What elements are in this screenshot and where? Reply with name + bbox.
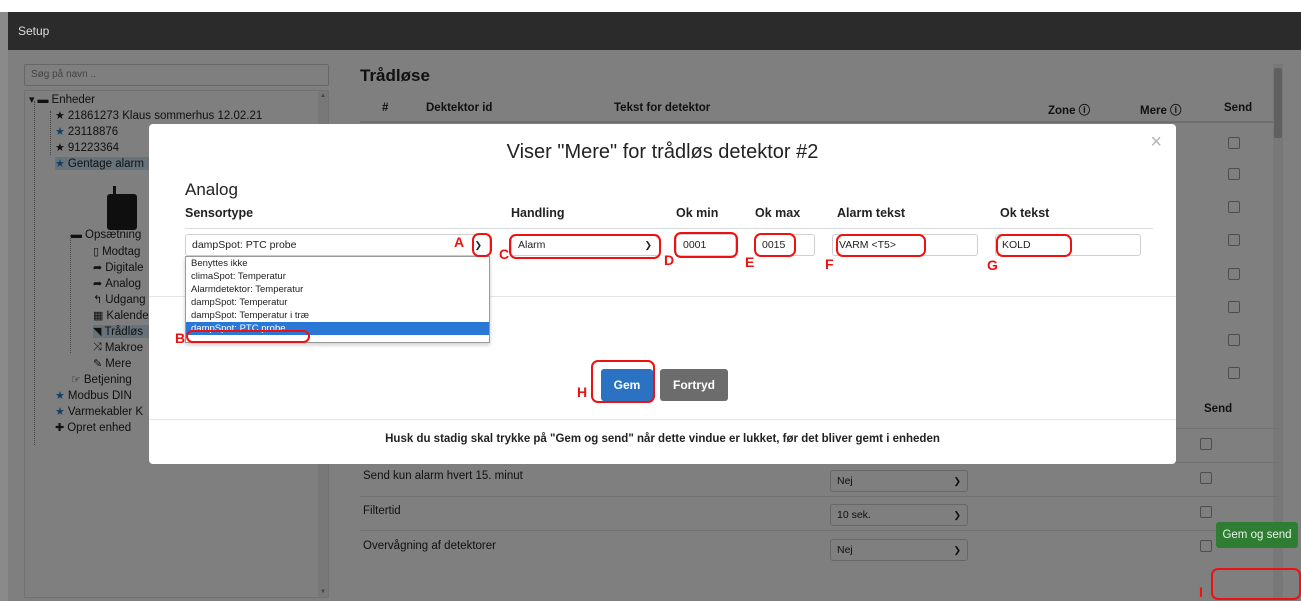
- window-edge: [0, 12, 8, 601]
- annotation-box-a: [472, 233, 492, 257]
- header-oktekst: Ok tekst: [1000, 206, 1050, 220]
- dropdown-option[interactable]: Benyttes ikke: [186, 257, 489, 270]
- annotation-label: H: [577, 384, 588, 400]
- annotation-box-e: [754, 233, 796, 257]
- dropdown-option[interactable]: Alarmdetektor: Temperatur: [186, 283, 489, 296]
- header-okmax: Ok max: [755, 206, 801, 220]
- annotation-label: I: [1199, 584, 1203, 600]
- annotation-label: E: [745, 254, 755, 270]
- annotation-label: B: [175, 330, 186, 346]
- annotation-label: F: [825, 256, 834, 272]
- header-sensortype: Sensortype: [185, 206, 254, 220]
- annotation-box-c: [509, 234, 661, 259]
- annotation-label: C: [499, 246, 510, 262]
- save-and-send-button[interactable]: Gem og send: [1216, 522, 1298, 548]
- select-value: dampSpot: PTC probe: [192, 239, 297, 251]
- section-title: Analog: [185, 180, 238, 199]
- dropdown-option[interactable]: dampSpot: Temperatur i træ: [186, 309, 489, 322]
- annotation-box-g: [996, 234, 1072, 257]
- top-strip: [0, 0, 1301, 12]
- annotation-label: G: [987, 257, 998, 273]
- annotation-box-i: [1211, 568, 1301, 600]
- header-okmin: Ok min: [676, 206, 719, 220]
- modal-title: Viser "Mere" for trådløs detektor #2: [506, 141, 819, 163]
- modal-footer-note: Husk du stadig skal trykke på "Gem og se…: [385, 433, 940, 445]
- annotation-box-b: [186, 330, 310, 343]
- annotation-label: D: [664, 252, 675, 268]
- sensortype-select[interactable]: dampSpot: PTC probe ❯: [185, 234, 490, 256]
- header-handling: Handling: [511, 206, 565, 220]
- header-divider: [185, 228, 1153, 229]
- dropdown-option[interactable]: dampSpot: Temperatur: [186, 296, 489, 309]
- header-alarmtekst: Alarm tekst: [837, 206, 906, 220]
- annotation-box-d: [674, 232, 738, 258]
- annotation-box-f: [836, 234, 926, 257]
- more-modal: × Viser "Mere" for trådløs detektor #2 A…: [149, 124, 1176, 464]
- divider: [149, 419, 1176, 420]
- cancel-button[interactable]: Fortryd: [660, 369, 728, 401]
- annotation-box-h: [591, 360, 655, 403]
- window-titlebar: Setup: [8, 12, 1301, 50]
- annotation-label: A: [454, 234, 465, 250]
- window-title: Setup: [18, 24, 50, 38]
- dropdown-option[interactable]: climaSpot: Temperatur: [186, 270, 489, 283]
